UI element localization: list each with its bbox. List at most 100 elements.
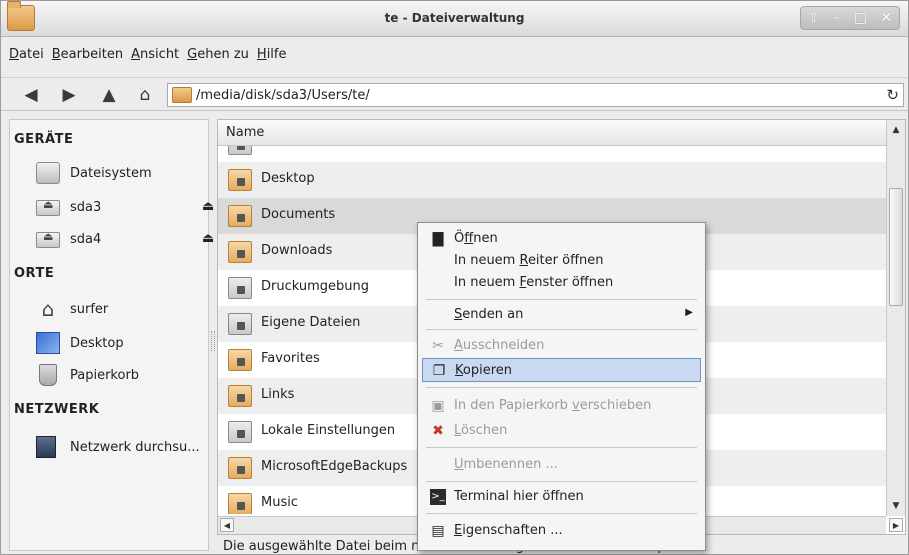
sidebar-item-desktop[interactable]: Desktop	[20, 330, 208, 358]
reload-icon[interactable]: ↻	[886, 86, 899, 104]
folder-icon	[172, 87, 192, 103]
window-controls: ⇧ – □ ✕	[800, 6, 900, 30]
menu-separator	[426, 299, 697, 300]
column-header-name[interactable]: Name	[218, 120, 886, 146]
file-name: Lokale Einstellungen	[261, 423, 396, 438]
menu-item-send-to[interactable]: Senden an ▶	[422, 303, 701, 327]
sidebar-item-surfer[interactable]: ⌂ surfer	[20, 296, 208, 324]
file-name: Favorites	[261, 351, 320, 366]
file-name: Desktop	[261, 171, 315, 186]
menu-item-label: Senden an	[454, 307, 524, 322]
location-bar[interactable]: /media/disk/sda3/Users/te/ ↻	[167, 83, 904, 107]
file-name: Downloads	[261, 243, 333, 258]
menu-item-open-new-tab[interactable]: In neuem Reiter öffnen	[422, 249, 701, 273]
context-menu: ▇ Öffnen In neuem Reiter öffnen In neuem…	[417, 222, 706, 551]
sidebar-item-label: sda3	[70, 200, 102, 215]
folder-icon	[228, 493, 252, 514]
eject-icon[interactable]: ⏏	[202, 231, 214, 246]
sidebar-item-label: Dateisystem	[70, 166, 152, 181]
menu-item-label: Terminal hier öffnen	[454, 489, 584, 504]
file-manager-window: te - Dateiverwaltung ⇧ – □ ✕ Datei Bearb…	[0, 0, 909, 555]
places-sidebar: GERÄTE Dateisystem sda3 ⏏ sda4 ⏏ ORTE ⌂ …	[9, 119, 214, 551]
menu-item-label: In neuem Fenster öffnen	[454, 275, 614, 290]
file-name: MicrosoftEdgeBackups	[261, 459, 408, 474]
sidebar-item-dateisystem[interactable]: Dateisystem	[20, 160, 208, 188]
drive-icon	[36, 230, 60, 248]
menu-ansicht[interactable]: Ansicht	[127, 47, 183, 62]
file-name: Cookies	[261, 146, 312, 150]
location-path[interactable]: /media/disk/sda3/Users/te/	[196, 88, 370, 103]
folder-icon	[228, 146, 252, 155]
file-name: Eigene Dateien	[261, 315, 361, 330]
network-icon	[36, 436, 56, 458]
menu-item-copy[interactable]: ❐ Kopieren	[422, 358, 701, 382]
close-button[interactable]: ✕	[880, 10, 892, 26]
sidebar-item-sda3[interactable]: sda3 ⏏	[20, 194, 214, 222]
devices-heading: GERÄTE	[14, 132, 74, 147]
menu-item-label: Öffnen	[454, 231, 498, 246]
file-row[interactable]: Desktop	[218, 162, 886, 198]
folder-icon	[228, 241, 252, 263]
scroll-right-icon[interactable]: ▶	[889, 518, 903, 532]
toolbar: ◀ ▶ ▲ ⌂ /media/disk/sda3/Users/te/ ↻	[1, 77, 908, 111]
menu-bearbeiten[interactable]: Bearbeiten	[48, 47, 127, 62]
menu-gehen-zu[interactable]: Gehen zu	[183, 47, 253, 62]
terminal-icon: >_	[430, 489, 446, 505]
eject-icon[interactable]: ⏏	[202, 199, 214, 214]
back-arrow-icon[interactable]: ◀	[21, 86, 41, 104]
scroll-down-icon[interactable]: ▼	[887, 498, 905, 514]
sidebar-item-label: Desktop	[70, 336, 124, 351]
menu-hilfe[interactable]: Hilfe	[253, 47, 291, 62]
home-icon: ⌂	[41, 297, 55, 321]
scroll-up-icon[interactable]: ▲	[887, 122, 905, 138]
properties-icon: ▤	[431, 523, 445, 539]
file-row[interactable]: Cookies	[218, 146, 886, 162]
menu-datei[interactable]: Datei	[5, 47, 48, 62]
file-name: Music	[261, 495, 298, 510]
folder-icon	[228, 277, 252, 299]
forward-arrow-icon[interactable]: ▶	[59, 86, 79, 104]
menu-item-open[interactable]: ▇ Öffnen	[422, 227, 701, 251]
trash-icon	[39, 364, 57, 386]
scissors-icon: ✂	[432, 338, 444, 354]
maximize-button[interactable]: □	[854, 10, 867, 26]
menu-item-move-to-trash[interactable]: ▣ In den Papierkorb verschieben	[422, 394, 701, 418]
scrollbar-thumb[interactable]	[889, 188, 903, 306]
file-name: Links	[261, 387, 295, 402]
folder-icon	[228, 457, 252, 479]
minimize-button[interactable]: –	[833, 10, 840, 26]
folder-icon	[228, 385, 252, 407]
menu-item-label: Kopieren	[455, 363, 513, 378]
sidebar-item-sda4[interactable]: sda4 ⏏	[20, 226, 214, 254]
menu-item-label: In den Papierkorb verschieben	[454, 398, 652, 413]
sidebar-item-label: surfer	[70, 302, 109, 317]
drive-icon	[36, 198, 60, 216]
menu-item-label: Ausschneiden	[454, 338, 545, 353]
folder-icon	[228, 205, 252, 227]
menu-item-open-new-window[interactable]: In neuem Fenster öffnen	[422, 271, 701, 295]
copy-icon: ❐	[432, 363, 446, 379]
menu-item-delete[interactable]: ✖ Löschen	[422, 419, 701, 443]
menu-item-label: Eigenschaften ...	[454, 523, 563, 538]
folder-icon	[228, 169, 252, 191]
menu-bar: Datei Bearbeiten Ansicht Gehen zu Hilfe	[1, 39, 908, 69]
menu-item-cut[interactable]: ✂ Ausschneiden	[422, 334, 701, 358]
shade-button[interactable]: ⇧	[808, 10, 820, 26]
sidebar-item-papierkorb[interactable]: Papierkorb	[20, 362, 208, 390]
pane-splitter[interactable]	[211, 331, 215, 351]
menu-item-properties[interactable]: ▤ Eigenschaften ...	[422, 519, 701, 543]
home-icon[interactable]: ⌂	[135, 86, 155, 104]
submenu-arrow-icon: ▶	[685, 307, 693, 318]
menu-item-label: In neuem Reiter öffnen	[454, 253, 604, 268]
menu-item-label: Löschen	[454, 423, 508, 438]
harddisk-icon	[36, 162, 60, 184]
menu-item-open-terminal[interactable]: >_ Terminal hier öffnen	[422, 485, 701, 509]
vertical-scrollbar[interactable]: ▲ ▼	[886, 120, 905, 516]
menu-separator	[426, 329, 697, 330]
up-arrow-icon[interactable]: ▲	[99, 86, 119, 104]
folder-icon	[228, 349, 252, 371]
menu-item-rename[interactable]: Umbenennen ...	[422, 453, 701, 477]
sidebar-item-network[interactable]: Netzwerk durchsu...	[20, 434, 208, 462]
scroll-left-icon[interactable]: ◀	[220, 518, 234, 532]
menu-separator	[426, 447, 697, 448]
